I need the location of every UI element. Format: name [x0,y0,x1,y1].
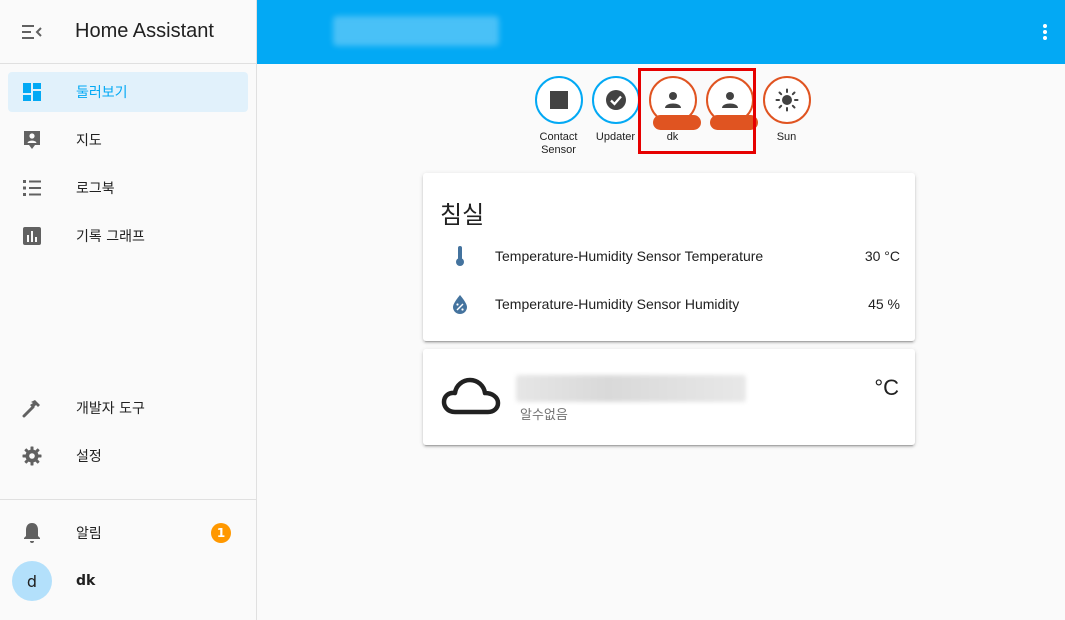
badge-circle [762,76,811,124]
badge-person-2[interactable] [701,76,758,157]
sun-icon [775,88,798,112]
map-account-icon [8,130,56,150]
notifications-label: 알림 [76,526,102,542]
badge-circle [591,76,640,124]
weather-temperature: °C [874,375,899,400]
entity-name: Temperature-Humidity Sensor Humidity [495,296,740,312]
sidebar-item-overview[interactable]: 둘러보기 [8,72,248,112]
more-options-button[interactable] [1031,18,1059,46]
badge-circle [648,76,701,130]
person-icon [721,92,738,108]
sidebar: Home Assistant 둘러보기 지도 로그북 기록 그래프 개발자 도구… [0,0,257,620]
sidebar-user-profile[interactable]: d dk [12,561,252,601]
bell-icon [8,522,56,544]
stop-icon [549,91,568,109]
sidebar-item-notifications[interactable]: 알림 1 [8,513,248,553]
badge-circle [534,76,583,124]
sidebar-item-label: 지도 [76,133,102,149]
sidebar-item-map[interactable]: 지도 [8,120,248,160]
app-toolbar [257,0,1065,64]
sidebar-item-label: 로그북 [76,181,115,197]
sidebar-item-logbook[interactable]: 로그북 [8,168,248,208]
entity-value: 30 °C [864,248,900,264]
thermometer-icon [440,245,480,267]
sidebar-item-label: 둘러보기 [76,85,128,101]
badge-sun[interactable]: Sun [758,76,815,157]
sidebar-item-label: 설정 [76,449,102,465]
badge-contact-sensor[interactable]: Contact Sensor [530,76,587,157]
badge-state-pill [709,115,758,130]
app-title: Home Assistant [75,20,214,42]
weather-entity-name-redacted [516,375,746,402]
entity-row-humidity[interactable]: Temperature-Humidity Sensor Humidity 45 … [440,284,900,324]
check-circle-icon [605,90,626,110]
sidebar-divider [0,499,256,500]
sidebar-item-label: 기록 그래프 [76,229,145,245]
menu-open-icon [22,24,42,39]
weather-state: 알수없음 [520,408,568,423]
menu-toggle-button[interactable] [0,0,64,64]
sidebar-item-developer-tools[interactable]: 개발자 도구 [8,388,248,428]
sidebar-item-label: 개발자 도구 [76,401,145,417]
sidebar-bottom-nav: 개발자 도구 설정 [0,388,256,484]
entity-row-temperature[interactable]: Temperature-Humidity Sensor Temperature … [440,236,900,276]
history-chart-icon [8,226,56,246]
notification-count-badge: 1 [211,523,231,543]
gear-icon [8,446,56,466]
sidebar-item-settings[interactable]: 설정 [8,436,248,476]
water-percent-icon [440,294,480,314]
badge-person-dk[interactable]: dk [644,76,701,157]
badge-label: dk [666,131,679,143]
card-title: 침실 [440,201,485,229]
state-badges: Contact Sensor Updater dk Sun [530,76,815,157]
entity-name: Temperature-Humidity Sensor Temperature [495,248,764,264]
toolbar-title-redacted [333,16,499,46]
logbook-list-icon [8,179,56,197]
sidebar-item-history[interactable]: 기록 그래프 [8,216,248,256]
entities-card-bedroom: 침실 Temperature-Humidity Sensor Temperatu… [423,173,915,341]
dashboard-icon [8,82,56,102]
avatar: d [12,561,52,601]
weather-card[interactable]: 알수없음 °C [423,349,915,445]
entity-value: 45 % [868,296,900,312]
sidebar-nav: 둘러보기 지도 로그북 기록 그래프 [0,64,256,256]
person-icon [664,92,681,108]
badge-circle [705,76,758,130]
dots-vertical-icon [1043,24,1047,40]
badge-label: Updater [595,131,636,143]
cloud-icon [441,376,501,420]
sidebar-header: Home Assistant [0,0,256,64]
hammer-icon [8,398,56,418]
user-name: dk [76,573,96,589]
badge-label: Sun [776,131,797,143]
badge-state-pill [652,115,701,130]
badge-label: Contact Sensor [539,131,578,156]
badge-updater[interactable]: Updater [587,76,644,157]
